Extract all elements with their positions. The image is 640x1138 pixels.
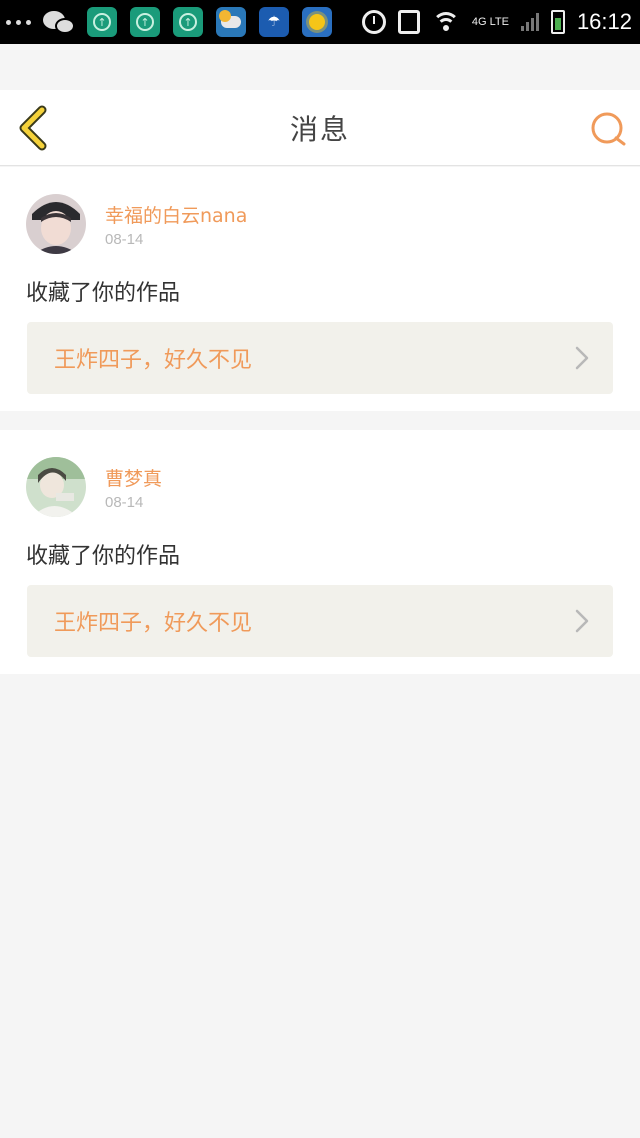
message-card: 曹梦真 08-14 收藏了你的作品 王炸四子，好久不见 bbox=[0, 430, 640, 674]
chevron-right-icon bbox=[575, 346, 589, 370]
search-icon bbox=[591, 112, 626, 146]
avatar-image bbox=[26, 457, 86, 517]
weather-cloudy-icon bbox=[216, 7, 246, 37]
avatar[interactable] bbox=[26, 194, 86, 254]
avatar[interactable] bbox=[26, 457, 86, 517]
message-text: 收藏了你的作品 bbox=[26, 544, 181, 569]
avatar-image bbox=[26, 194, 86, 254]
upload-notification-icon: ↑ bbox=[173, 7, 203, 37]
header-bar: 消息 bbox=[0, 90, 640, 166]
page-title: 消息 bbox=[289, 112, 350, 146]
upload-notification-icon: ↑ bbox=[87, 7, 117, 37]
status-time: 16:12 bbox=[576, 9, 632, 34]
work-link[interactable]: 王炸四子，好久不见 bbox=[27, 322, 613, 394]
search-button[interactable] bbox=[588, 110, 628, 150]
network-type: 4G LTE bbox=[471, 16, 509, 28]
signal-icon bbox=[520, 13, 539, 31]
battery-icon bbox=[550, 10, 565, 34]
wifi-icon bbox=[431, 12, 460, 32]
wechat-notification-icon bbox=[43, 9, 77, 35]
chevron-right-icon bbox=[575, 609, 589, 633]
work-title: 王炸四子，好久不见 bbox=[54, 348, 253, 373]
more-notifications-icon bbox=[6, 19, 31, 25]
message-date: 08-14 bbox=[105, 494, 144, 511]
work-title: 王炸四子，好久不见 bbox=[54, 611, 253, 636]
user-name[interactable]: 曹梦真 bbox=[105, 464, 162, 491]
status-bar: ↑ ↑ ↑ ☂ 4G LTE 16:12 bbox=[0, 0, 640, 44]
user-name[interactable]: 幸福的白云nana bbox=[105, 201, 247, 228]
alarm-icon bbox=[361, 10, 386, 34]
weather-sunny-icon bbox=[302, 7, 332, 37]
message-text: 收藏了你的作品 bbox=[26, 281, 181, 306]
message-card: 幸福的白云nana 08-14 收藏了你的作品 王炸四子，好久不见 bbox=[0, 167, 640, 411]
message-date: 08-14 bbox=[105, 231, 144, 248]
back-button[interactable] bbox=[14, 104, 54, 152]
chevron-left-icon bbox=[19, 105, 47, 151]
upload-notification-icon: ↑ bbox=[130, 7, 160, 37]
weather-rain-icon: ☂ bbox=[259, 7, 289, 37]
work-link[interactable]: 王炸四子，好久不见 bbox=[27, 585, 613, 657]
vibrate-icon bbox=[397, 10, 420, 34]
